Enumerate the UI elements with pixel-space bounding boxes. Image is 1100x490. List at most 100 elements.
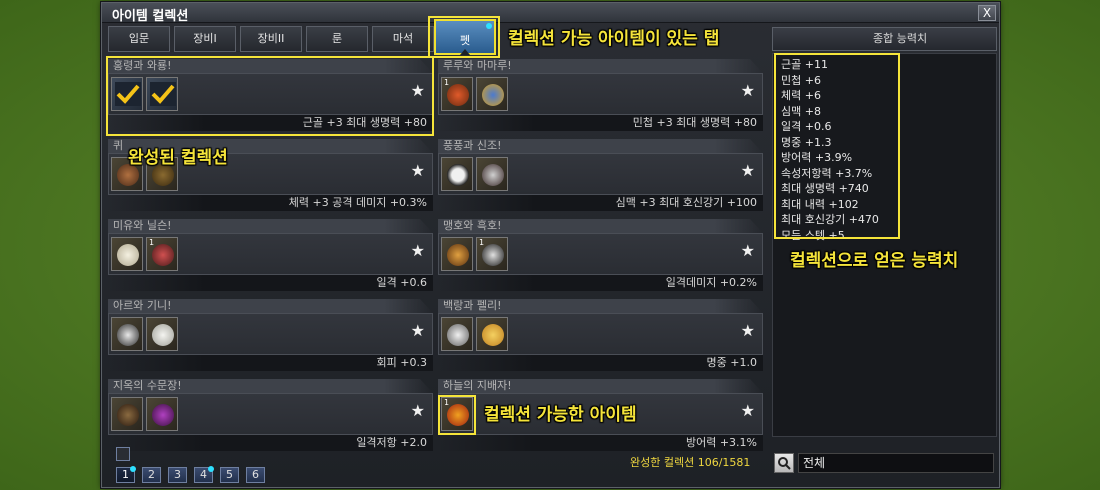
total-stats-panel: 근골 +11 민첩 +6 체력 +6 심맥 +8 일격 +0.6 명중 +1.3… — [772, 53, 997, 437]
cat-pet-icon[interactable] — [111, 237, 143, 271]
favorite-star-icon[interactable]: ★ — [411, 161, 425, 180]
collection-reward: 일격 +0.6 — [108, 275, 433, 291]
page-button[interactable]: 4 — [194, 466, 214, 483]
collection-reward: 근골 +3 최대 생명력 +80 — [108, 115, 433, 131]
favorite-star-icon[interactable]: ★ — [411, 401, 425, 420]
window-title: 아이템 컬렉션 — [112, 9, 189, 24]
gate-pet-icon[interactable] — [111, 397, 143, 431]
collection-card[interactable]: 루루와 마마루! 1 ★ 민첩 +3 최대 생명력 +80 — [438, 59, 763, 135]
collection-reward: 심맥 +3 최대 호신강기 +100 — [438, 195, 763, 211]
stat-line: 최대 호신강기 +470 — [781, 213, 879, 226]
title-bar[interactable]: 아이템 컬렉션 X — [102, 3, 999, 24]
tab-pet[interactable]: 펫 — [434, 19, 496, 55]
check-icon[interactable] — [146, 77, 178, 111]
pelican-pet-icon[interactable] — [476, 317, 508, 351]
demon-pet-icon[interactable] — [146, 397, 178, 431]
favorite-star-icon[interactable]: ★ — [411, 321, 425, 340]
close-button[interactable]: X — [978, 5, 996, 21]
favorite-star-icon[interactable]: ★ — [741, 241, 755, 260]
completion-label: 완성한 컬렉션 — [630, 456, 695, 469]
collection-card[interactable]: 백랑과 펠리! ★ 명중 +1.0 — [438, 299, 763, 375]
collection-card[interactable]: 미유와 닐슨! 1 ★ 일격 +0.6 — [108, 219, 433, 295]
panda-pet-icon[interactable] — [441, 157, 473, 191]
completion-counter: 완성한 컬렉션 106/1581 — [630, 454, 750, 470]
search-filter-input[interactable]: 전체 — [798, 453, 994, 473]
collection-title: 루루와 마마루! — [438, 59, 763, 73]
collection-title: 홍령과 와룡! — [108, 59, 433, 73]
tab-magic-stone[interactable]: 마석 — [372, 26, 434, 52]
tab-equipment-2[interactable]: 장비II — [240, 26, 302, 52]
tab-rune[interactable]: 룬 — [306, 26, 368, 52]
favorite-star-icon[interactable]: ★ — [741, 81, 755, 100]
collection-title: 아르와 기니! — [108, 299, 433, 313]
sun-pet-icon[interactable] — [476, 77, 508, 111]
collection-reward: 일격저항 +2.0 — [108, 435, 433, 451]
completion-value: 106/1581 — [697, 456, 751, 469]
collection-title: 미유와 닐슨! — [108, 219, 433, 233]
tab-total-stats-label: 종합 능력치 — [873, 32, 928, 45]
annotation-tab-note: 컬렉션 가능 아이템이 있는 탭 — [508, 29, 720, 49]
stat-line: 최대 생명력 +740 — [781, 182, 869, 195]
page-button[interactable]: 2 — [142, 467, 161, 483]
white-wolf-pet-icon[interactable] — [441, 317, 473, 351]
eagle-pet-icon[interactable] — [476, 157, 508, 191]
favorite-star-icon[interactable]: ★ — [741, 161, 755, 180]
collection-card[interactable]: 맹호와 흑호! 1 ★ 일격데미지 +0.2% — [438, 219, 763, 295]
collection-reward: 방어력 +3.1% — [438, 435, 763, 451]
collection-reward: 명중 +1.0 — [438, 355, 763, 371]
stat-line: 일격 +0.6 — [781, 120, 832, 133]
active-tab-arrow-icon — [460, 49, 470, 55]
favorite-star-icon[interactable]: ★ — [411, 241, 425, 260]
collection-card[interactable]: 아르와 기니! ★ 회피 +0.3 — [108, 299, 433, 375]
tab-intro[interactable]: 입문 — [108, 26, 170, 52]
annotation-stats-note: 컬렉션으로 얻은 능력치 — [790, 251, 959, 271]
collection-card[interactable]: 지옥의 수문장! ★ 일격저항 +2.0 — [108, 379, 433, 455]
collection-title: 백랑과 펠리! — [438, 299, 763, 313]
collection-title: 풍풍과 신조! — [438, 139, 763, 153]
stat-line: 명중 +1.3 — [781, 135, 832, 149]
notification-dot-icon — [208, 466, 214, 472]
collection-card[interactable]: 홍령과 와룡! ★ 근골 +3 최대 생명력 +80 — [108, 59, 433, 135]
page-button[interactable]: 1 — [116, 466, 136, 483]
stat-line: 민첩 +6 — [781, 73, 821, 87]
stat-line: 모든 스텟 +5 — [781, 228, 845, 242]
notification-dot-icon — [130, 466, 136, 472]
collection-reward: 민첩 +3 최대 생명력 +80 — [438, 115, 763, 131]
tab-pet-label: 펫 — [459, 34, 471, 47]
monster-pet-icon[interactable]: 1 — [146, 237, 178, 271]
wolf-pet-icon[interactable] — [111, 317, 143, 351]
page-button[interactable]: 3 — [168, 467, 187, 483]
collection-reward: 체력 +3 공격 데미지 +0.3% — [108, 195, 433, 211]
tab-total-stats[interactable]: 종합 능력치 — [772, 27, 997, 51]
tiger-pet-icon[interactable] — [441, 237, 473, 271]
search-box: 전체 — [774, 453, 994, 473]
collection-grid: 홍령과 와룡! ★ 근골 +3 최대 생명력 +80 루루와 마마루! 1 ★ — [108, 59, 768, 459]
stats-list: 근골 +11 민첩 +6 체력 +6 심맥 +8 일격 +0.6 명중 +1.3… — [781, 57, 879, 243]
stat-line: 체력 +6 — [781, 89, 821, 102]
black-tiger-pet-icon[interactable]: 1 — [476, 237, 508, 271]
check-icon[interactable] — [111, 77, 143, 111]
collection-title: 지옥의 수문장! — [108, 379, 433, 393]
phoenix-pet-icon[interactable]: 1 — [441, 397, 473, 431]
favorite-star-icon[interactable]: ★ — [741, 321, 755, 340]
bird-pet-icon[interactable]: 1 — [441, 77, 473, 111]
collection-reward: 회피 +0.3 — [108, 355, 433, 371]
collection-title: 맹호와 흑호! — [438, 219, 763, 233]
notification-dot-icon — [486, 23, 492, 29]
show-all-checkbox[interactable] — [116, 447, 130, 461]
collection-card[interactable]: 풍풍과 신조! ★ 심맥 +3 최대 호신강기 +100 — [438, 139, 763, 215]
page-button[interactable]: 6 — [246, 467, 265, 483]
favorite-star-icon[interactable]: ★ — [741, 401, 755, 420]
page-label: 1 — [122, 468, 129, 481]
tab-equipment-1[interactable]: 장비I — [174, 26, 236, 52]
page-label: 4 — [200, 468, 207, 481]
collection-title: 하늘의 지배자! — [438, 379, 763, 393]
annotation-collectible-note: 컬렉션 가능한 아이템 — [484, 405, 637, 425]
stat-line: 최대 내력 +102 — [781, 197, 859, 211]
stat-line: 심맥 +8 — [781, 104, 821, 118]
favorite-star-icon[interactable]: ★ — [411, 81, 425, 100]
magnifier-icon[interactable] — [774, 453, 794, 473]
page-button[interactable]: 5 — [220, 467, 239, 483]
polarbear-pet-icon[interactable] — [146, 317, 178, 351]
stat-line: 방어력 +3.9% — [781, 151, 853, 164]
